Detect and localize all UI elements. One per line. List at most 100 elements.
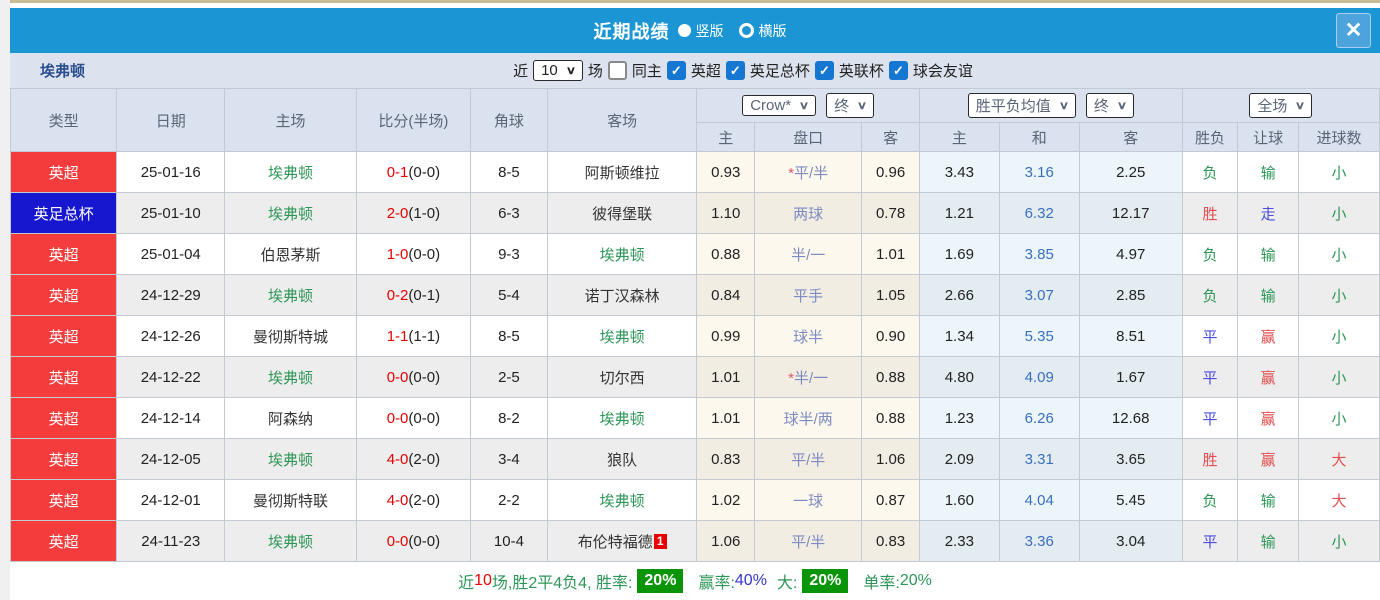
goals-cell: 小 [1298,192,1380,234]
avg-draw-odds: 3.16 [998,151,1080,193]
crow-home-odds: 0.93 [696,151,756,193]
away-team: 埃弗顿 [546,397,698,439]
result-cell: 平 [1181,397,1239,439]
handicap-result-cell: 赢 [1237,315,1300,357]
league-badge: 英超 [9,315,118,357]
filter-controls: 近 10∨ 场 同主 英超 英足总杯 英联杯 球会友谊 [513,60,973,81]
score-cell: 4-0(2-0) [355,438,472,480]
handicap-result-cell: 赢 [1237,438,1300,480]
crow-away-odds: 1.05 [861,274,920,316]
avg-draw-odds: 3.31 [998,438,1080,480]
corner-cell: 5-4 [470,274,548,316]
horizontal-radio-icon[interactable] [738,23,754,38]
avg-away-odds: 3.04 [1078,520,1183,562]
home-team: 曼彻斯特联 [224,479,357,521]
league-badge: 英超 [9,233,118,275]
odds-time-select-1[interactable]: 终 ∨ [826,93,875,118]
league-checkbox-facup[interactable] [725,61,745,80]
crow-away-odds: 0.88 [861,356,920,398]
vertical-radio-selected-icon[interactable] [677,24,691,37]
corner-cell: 3-4 [470,438,548,480]
avg-draw-odds: 3.07 [998,274,1080,316]
avg-draw-odds: 3.85 [998,233,1080,275]
result-cell: 平 [1181,315,1239,357]
col-header-date: 日期 [116,88,226,152]
table-row: 英超 24-12-14 阿森纳 0-0(0-0) 8-2 埃弗顿 1.01 球半… [9,397,1380,439]
recent-results-dialog: 近期战绩 竖版 横版 ✕ 埃弗顿 近 10∨ 场 同主 英超 英足总杯 英联杯 … [9,0,1380,600]
goals-cell: 小 [1298,274,1380,316]
crow-away-odds: 0.90 [861,315,920,357]
goals-cell: 小 [1298,356,1380,398]
recent-label: 近 [458,575,475,592]
avg-odds-select[interactable]: 胜平负均值 ∨ [967,93,1076,118]
handicap-line: *半/一 [754,356,863,398]
horizontal-radio-label[interactable]: 横版 [759,21,787,41]
league-checkbox-eflcup[interactable] [814,61,834,80]
odds-time-select-2[interactable]: 终 ∨ [1085,93,1134,118]
header-row-selects: 类型 日期 主场 比分(半场) 角球 客场 Crow* ∨ 终 ∨ 胜平负均值 ∨ 终… [9,88,1380,152]
subcol-avg-home: 主 [918,122,1000,152]
avg-away-odds: 8.51 [1078,315,1183,357]
score-cell: 0-0(0-0) [355,356,472,398]
match-count-select[interactable]: 10 ∨ [533,60,583,81]
filter-bar: 埃弗顿 近 10∨ 场 同主 英超 英足总杯 英联杯 球会友谊 [10,53,1380,88]
crow-home-odds: 0.83 [696,438,756,480]
match-date: 24-12-01 [116,479,226,521]
handicap-result-cell: 赢 [1237,397,1300,439]
subcol-goals: 进球数 [1298,122,1380,152]
same-home-label: 同主 [631,63,662,80]
single-value: 20% [899,572,932,589]
home-team: 伯恩茅斯 [224,233,357,275]
avg-away-odds: 4.97 [1078,233,1183,275]
handicap-line: 球半/两 [754,397,863,439]
avg-home-odds: 1.21 [918,192,1000,234]
scope-select[interactable]: 全场 ∨ [1249,93,1313,118]
table-row: 英超 24-12-22 埃弗顿 0-0(0-0) 2-5 切尔西 1.01 *半… [9,356,1380,398]
same-home-checkbox[interactable] [607,61,627,80]
crow-away-odds: 0.88 [861,397,920,439]
subcol-result: 胜负 [1181,122,1239,152]
match-date: 24-12-22 [116,356,226,398]
league-badge: 英超 [9,479,118,521]
col-header-corner: 角球 [470,88,548,152]
crow-away-odds: 0.87 [861,479,920,521]
home-team: 埃弗顿 [224,520,357,562]
crow-home-odds: 1.01 [696,356,756,398]
subcol-crow-away: 客 [861,122,920,152]
league-checkbox-premier[interactable] [666,61,686,80]
handicap-line: 平/半 [754,438,863,480]
league-badge: 英超 [9,520,118,562]
home-team: 阿森纳 [224,397,357,439]
avg-home-odds: 1.60 [918,479,1000,521]
match-date: 24-12-29 [116,274,226,316]
dialog-title: 近期战绩 [593,21,670,42]
score-cell: 0-0(0-0) [355,397,472,439]
corner-cell: 8-2 [470,397,548,439]
chevron-down-icon: ∨ [798,100,810,112]
league-checkbox-friendly[interactable] [888,61,908,80]
vertical-radio-label[interactable]: 竖版 [696,21,724,41]
crow-home-odds: 0.88 [696,233,756,275]
avg-home-odds: 1.69 [918,233,1000,275]
bookmaker-select[interactable]: Crow* ∨ [742,95,817,116]
handicap-line: *平/半 [754,151,863,193]
close-icon[interactable]: ✕ [1336,13,1371,48]
crow-select-group: Crow* ∨ 终 ∨ [696,88,920,123]
handicap-result-cell: 走 [1237,192,1300,234]
league-badge: 英足总杯 [9,192,118,234]
crow-away-odds: 0.96 [861,151,920,193]
corner-cell: 9-3 [470,233,548,275]
crow-home-odds: 1.01 [696,397,756,439]
table-row: 英超 24-12-01 曼彻斯特联 4-0(2-0) 2-2 埃弗顿 1.02 … [9,479,1380,521]
result-cell: 平 [1181,520,1239,562]
chevron-down-icon: ∨ [565,65,577,77]
scope-select-group: 全场 ∨ [1181,88,1380,123]
win-rate-badge: 20% [637,569,684,593]
chevron-down-icon: ∨ [856,100,868,112]
corner-cell: 8-5 [470,315,548,357]
league-badge: 英超 [9,438,118,480]
subcol-avg-draw: 和 [998,122,1080,152]
result-cell: 负 [1181,233,1239,275]
corner-cell: 10-4 [470,520,548,562]
away-team: 埃弗顿 [546,233,698,275]
